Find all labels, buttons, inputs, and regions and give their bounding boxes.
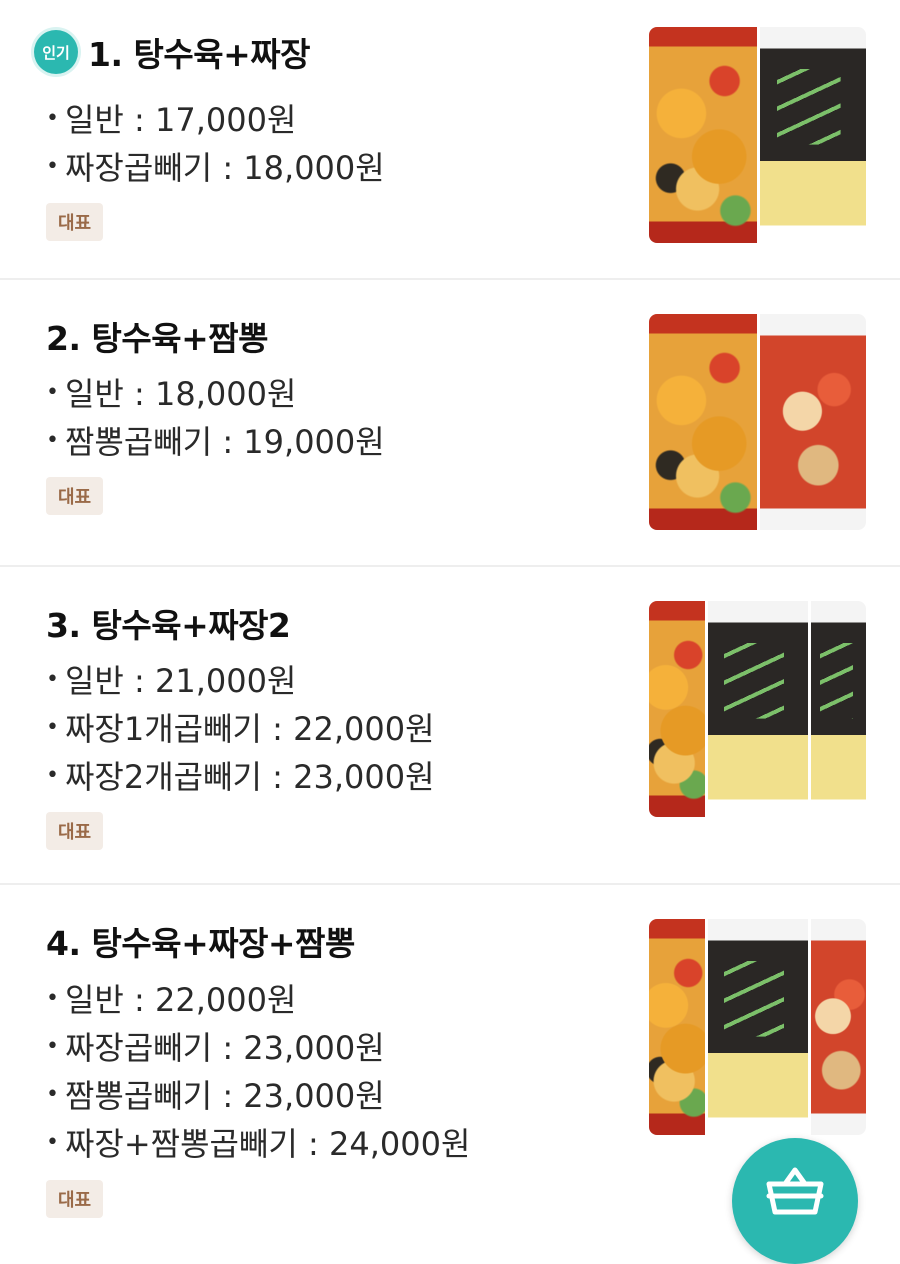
tangsuyuk-photo-icon <box>649 601 705 817</box>
menu-item-photo[interactable] <box>649 601 866 817</box>
menu-item-title: 3. 탕수육+짜장2 <box>46 606 291 645</box>
menu-option: • 짜장곱빼기 : 23,000원 <box>46 1029 385 1067</box>
menu-options-list: • 일반 : 22,000원 • 짜장곱빼기 : 23,000원 • 짬뽕곱빼기 : … <box>46 976 470 1168</box>
jjajang-photo-icon <box>705 601 808 817</box>
tangsuyuk-photo-icon <box>649 314 757 530</box>
menu-option: • 짜장+짬뽕곱빼기 : 24,000원 <box>46 1125 471 1163</box>
menu-option: • 짜장곱빼기 : 18,000원 <box>46 149 385 187</box>
jjajang-photo-icon <box>757 27 866 243</box>
menu-item-title: 1. 탕수육+짜장 <box>88 35 310 74</box>
menu-option: • 일반 : 17,000원 <box>46 101 297 139</box>
menu-item-photo[interactable] <box>649 27 866 243</box>
representative-tag: 대표 <box>46 812 104 850</box>
menu-options-list: • 일반 : 21,000원 • 짜장1개곱빼기 : 22,000원 • 짜장2개곱빼… <box>46 657 435 801</box>
jjajang-photo-icon <box>705 919 808 1135</box>
jjamppong-photo-icon <box>808 919 866 1135</box>
menu-item-title: 2. 탕수육+짬뽕 <box>46 319 268 358</box>
menu-item-title-row: 3. 탕수육+짜장2 <box>46 599 291 647</box>
jjajang-photo-icon <box>808 601 866 817</box>
menu-item[interactable]: 인기 1. 탕수육+짜장 • 일반 : 17,000원 • 짜장곱빼기 : 18,0… <box>0 0 900 280</box>
menu-item-title: 4. 탕수육+짜장+짬뽕 <box>46 924 355 963</box>
representative-tag: 대표 <box>46 477 104 515</box>
basket-icon <box>765 1167 825 1222</box>
representative-tag: 대표 <box>46 203 104 241</box>
menu-options-list: • 일반 : 18,000원 • 짬뽕곱빼기 : 19,000원 <box>46 370 385 466</box>
menu-option: • 일반 : 18,000원 <box>46 375 297 413</box>
menu-option: • 짜장1개곱빼기 : 22,000원 <box>46 710 435 748</box>
menu-option: • 일반 : 22,000원 <box>46 981 297 1019</box>
cart-button[interactable] <box>732 1138 858 1264</box>
menu-item[interactable]: 2. 탕수육+짬뽕 • 일반 : 18,000원 • 짬뽕곱빼기 : 19,000원… <box>0 280 900 567</box>
menu-option: • 짬뽕곱빼기 : 19,000원 <box>46 423 385 461</box>
menu-option: • 짜장2개곱빼기 : 23,000원 <box>46 758 435 796</box>
menu-item-photo[interactable] <box>649 919 866 1135</box>
menu-item-title-row: 2. 탕수육+짬뽕 <box>46 312 268 360</box>
popular-badge: 인기 <box>34 30 78 74</box>
menu-options-list: • 일반 : 17,000원 • 짜장곱빼기 : 18,000원 <box>46 96 385 192</box>
menu-option: • 일반 : 21,000원 <box>46 662 297 700</box>
menu-item[interactable]: 3. 탕수육+짜장2 • 일반 : 21,000원 • 짜장1개곱빼기 : 22,0… <box>0 567 900 885</box>
jjamppong-photo-icon <box>757 314 866 530</box>
menu-item-title-row: 4. 탕수육+짜장+짬뽕 <box>46 917 355 965</box>
menu-option: • 짬뽕곱빼기 : 23,000원 <box>46 1077 385 1115</box>
menu-item-photo[interactable] <box>649 314 866 530</box>
tangsuyuk-photo-icon <box>649 27 757 243</box>
menu-item-title-row: 인기 1. 탕수육+짜장 <box>34 28 310 76</box>
tangsuyuk-photo-icon <box>649 919 705 1135</box>
representative-tag: 대표 <box>46 1180 104 1218</box>
